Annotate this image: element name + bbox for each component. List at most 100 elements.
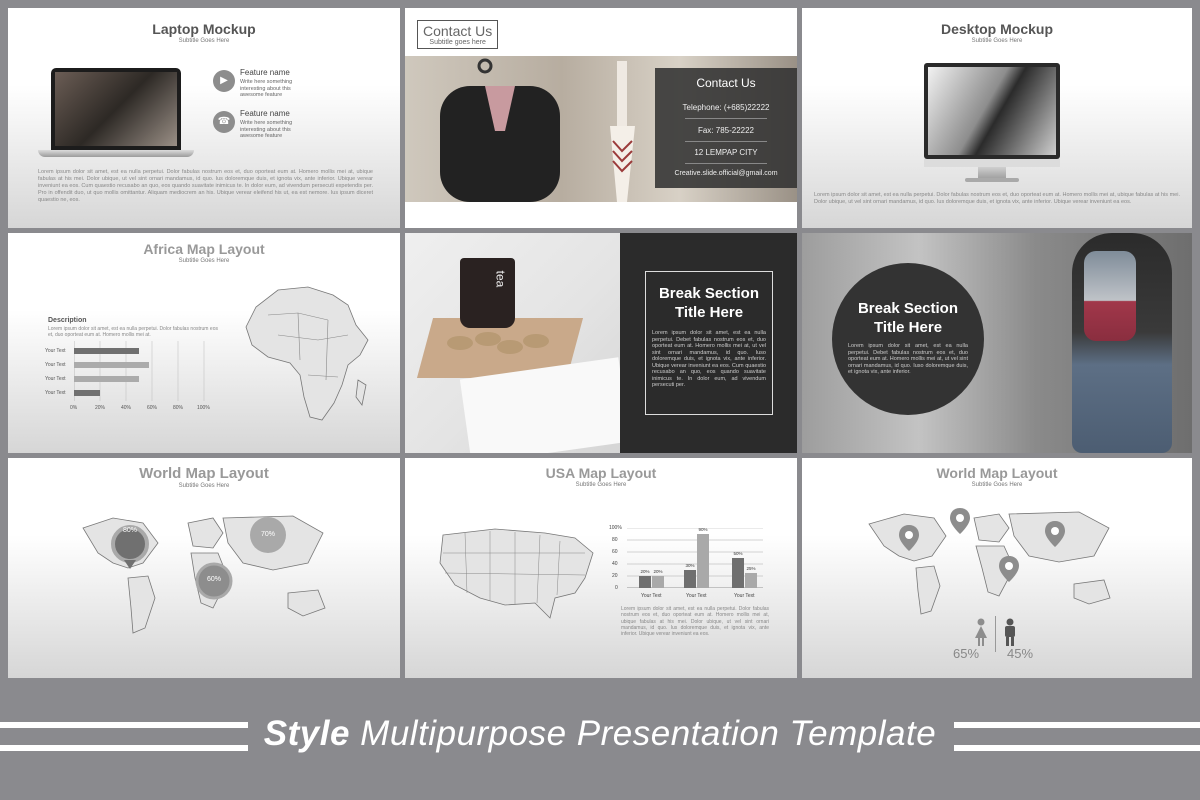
feature-name: Feature name — [240, 68, 290, 77]
laptop-photo — [55, 72, 177, 146]
cookie — [523, 334, 549, 348]
bubble-value: 80% — [122, 527, 137, 534]
row-label: Your Text — [45, 390, 66, 396]
break-section-box: Break Section Title Here Lorem ipsum dol… — [645, 271, 773, 415]
map-pin-icon — [899, 525, 919, 551]
body-text: Lorem ipsum dolor sit amet, est ea nulla… — [814, 192, 1180, 205]
slide-break-section-1[interactable]: tea Break Section Title Here Lorem ipsum… — [405, 233, 797, 453]
monitor-photo — [928, 67, 1056, 155]
slide-subtitle: Subtitle Goes Here — [178, 483, 230, 489]
y-tick-label: 80 — [612, 537, 618, 543]
y-tick-label: 20 — [612, 573, 618, 579]
body-text: Lorem ipsum dolor sit amet, est ea nulla… — [38, 169, 373, 203]
bar — [697, 534, 709, 588]
row-label: Your Text — [45, 376, 66, 382]
slide-subtitle: Subtitle Goes Here — [971, 38, 1023, 44]
bar — [684, 570, 696, 588]
tick-label: 60% — [147, 405, 158, 411]
contact-box-title: Contact Us — [423, 23, 493, 39]
footer-title: Style Multipurpose Presentation Template — [0, 714, 1200, 754]
description-text: Lorem ipsum dolor sit amet, est ea nulla… — [48, 326, 218, 338]
slide-usa-map[interactable]: USA Map Layout Subtitle Goes Here 100% 8… — [405, 458, 797, 678]
bar — [745, 573, 757, 588]
play-icon: ▶ — [213, 70, 235, 92]
male-icon — [1005, 618, 1015, 646]
break-text: Lorem ipsum dolor sit amet, est ea nulla… — [652, 330, 766, 388]
divider — [685, 163, 767, 164]
map-pin-icon — [950, 508, 970, 534]
africa-map — [245, 286, 369, 421]
break-title-line2: Title Here — [873, 319, 943, 336]
category-label: Your Text — [734, 593, 755, 599]
slide-title: Africa Map Layout — [143, 241, 265, 257]
bar — [639, 576, 651, 588]
cookie — [497, 340, 523, 354]
bar — [74, 376, 139, 382]
slide-break-section-2[interactable]: Break Section Title Here Lorem ipsum dol… — [802, 233, 1192, 453]
slide-laptop-mockup[interactable]: Laptop Mockup Subtitle Goes Here ▶ Featu… — [8, 8, 400, 228]
contact-fax: Fax: 785-22222 — [697, 126, 755, 135]
tick-label: 100% — [197, 405, 210, 411]
footer-title-bold: Style — [263, 714, 350, 753]
backpack — [1084, 251, 1136, 341]
contact-address: 12 LEMPAP CITY — [694, 148, 758, 157]
feature-name: Feature name — [240, 109, 290, 118]
cookie — [447, 336, 473, 350]
map-pin-icon — [999, 556, 1019, 582]
data-label: 50% — [733, 551, 743, 556]
slide-title: Desktop Mockup — [940, 21, 1053, 37]
break-title-line2: Title Here — [674, 304, 744, 321]
slide-desktop-mockup[interactable]: Desktop Mockup Subtitle Goes Here Lorem … — [802, 8, 1192, 228]
usa-bar-chart: 20% 20% 30% 90% 50% 25% — [627, 527, 763, 588]
contact-panel-title: Contact Us — [696, 76, 756, 90]
laptop-base — [38, 150, 194, 157]
male-percentage: 45% — [1007, 646, 1034, 661]
feature-text: Write here something interesting about t… — [240, 120, 293, 139]
usa-map — [439, 528, 594, 619]
slide-subtitle: Subtitle Goes Here — [178, 258, 230, 264]
laptop-screen — [51, 68, 181, 150]
tick-label: 0% — [70, 405, 78, 411]
bar — [74, 362, 150, 368]
bar-chart-area — [74, 341, 205, 401]
bubble-value: 70% — [260, 531, 275, 538]
y-tick-label: 100% — [609, 525, 622, 531]
y-tick-label: 0 — [615, 585, 618, 591]
slide-subtitle: Subtitle Goes Here — [575, 482, 627, 488]
contact-panel: Contact Us Telephone: (+685)22222 Fax: 7… — [655, 68, 797, 188]
map-bubble-80 — [111, 525, 149, 569]
row-label: Your Text — [45, 362, 66, 368]
phone-icon: ☎ — [213, 111, 235, 133]
bar — [74, 390, 100, 396]
row-label: Your Text — [45, 348, 66, 354]
y-tick-label: 60 — [612, 549, 618, 555]
slide-world-map-2[interactable]: World Map Layout Subtitle Goes Here 65% … — [802, 458, 1192, 678]
monitor-foot — [965, 178, 1019, 182]
slide-world-map-1[interactable]: World Map Layout Subtitle Goes Here 80% … — [8, 458, 400, 678]
body-text: Lorem ipsum dolor sit amet, est ea nulla… — [621, 606, 769, 638]
category-label: Your Text — [686, 593, 707, 599]
description-title: Description — [48, 317, 87, 324]
bar — [732, 558, 744, 588]
data-label: 25% — [746, 566, 756, 571]
map-pin-icon — [1045, 521, 1065, 547]
divider — [685, 118, 767, 119]
data-label: 30% — [685, 563, 695, 568]
slide-title: World Map Layout — [936, 465, 1058, 481]
y-tick-label: 40 — [612, 561, 618, 567]
slide-contact-us[interactable]: Contact Us Subtitle goes here Contact Us… — [405, 8, 797, 228]
divider — [995, 616, 996, 652]
female-icon — [975, 618, 987, 646]
footer-title-rest: Multipurpose Presentation Template — [349, 714, 937, 753]
slide-title: USA Map Layout — [545, 465, 657, 481]
slide-title: Laptop Mockup — [152, 21, 256, 37]
contact-title-box: Contact Us Subtitle goes here — [417, 20, 499, 49]
bubble-value: 60% — [206, 576, 221, 583]
female-percentage: 65% — [953, 646, 980, 661]
feature-text: Write here something interesting about t… — [240, 79, 293, 98]
slide-africa-map[interactable]: Africa Map Layout Subtitle Goes Here Des… — [8, 233, 400, 453]
data-label: 20% — [653, 569, 663, 574]
tick-label: 20% — [95, 405, 106, 411]
mug-text: tea — [493, 270, 508, 288]
monitor-screen — [924, 63, 1060, 159]
